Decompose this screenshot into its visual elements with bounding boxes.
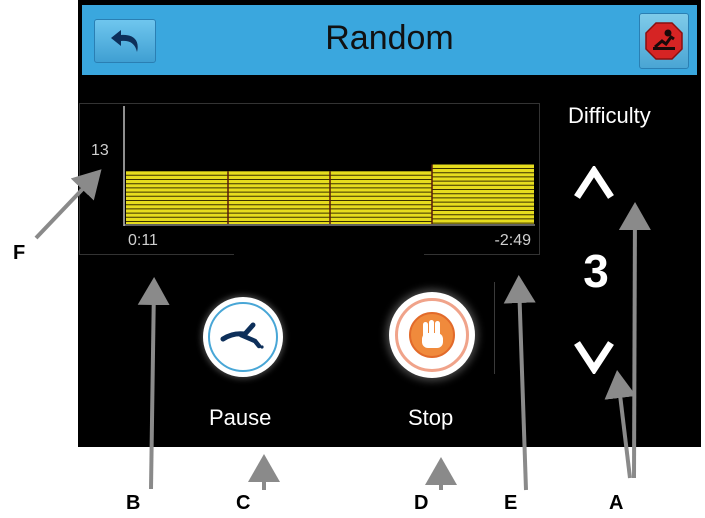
- annotation-arrows: [34, 169, 651, 491]
- callout-b: B: [126, 492, 141, 514]
- callout-arrow-a-down: [604, 370, 637, 479]
- callout-a: A: [609, 492, 624, 514]
- callout-arrow-a-up: [618, 202, 651, 479]
- callout-arrow-b: [137, 277, 170, 490]
- callout-arrow-e: [503, 275, 536, 491]
- callout-f: F: [13, 242, 26, 264]
- callout-d: D: [414, 492, 429, 514]
- callout-c: C: [236, 492, 251, 514]
- callout-arrow-f: [34, 169, 102, 240]
- callout-e: E: [504, 492, 518, 514]
